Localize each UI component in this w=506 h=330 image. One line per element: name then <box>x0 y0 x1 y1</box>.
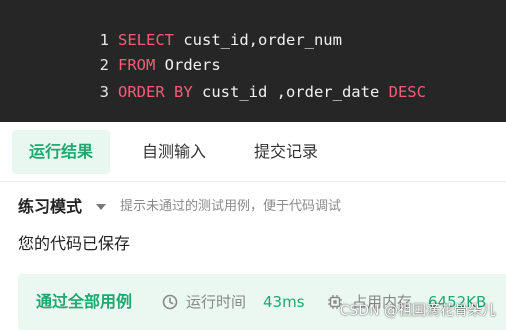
save-status: 您的代码已保存 <box>18 234 131 253</box>
code-editor[interactable]: 1 SELECT cust_id,order_num 2 FROM Orders 3… <box>0 0 506 122</box>
runtime-label: 运行时间 <box>186 293 247 311</box>
tab-custom-input[interactable]: 自测输入 <box>126 130 222 174</box>
tab-submit-history[interactable]: 提交记录 <box>238 130 334 174</box>
code-line-2: 2 FROM Orders <box>0 29 221 74</box>
result-tabs: 运行结果 自测输入 提交记录 <box>0 122 506 182</box>
keyword-token: ORDER BY <box>118 83 193 101</box>
runtime-value: 43ms <box>263 293 305 311</box>
result-title: 通过全部用例 <box>36 292 133 311</box>
mode-title[interactable]: 练习模式 <box>18 194 82 220</box>
chevron-down-icon[interactable] <box>96 204 106 210</box>
keyword-token: DESC <box>388 83 426 101</box>
clock-icon <box>162 294 178 310</box>
tab-run-result[interactable]: 运行结果 <box>12 130 110 174</box>
watermark: CSDN @祖国滴花骨朵儿 <box>339 303 496 319</box>
code-line-3: 3 ORDER BY cust_id ,order_date DESC <box>0 56 426 101</box>
page: 1 SELECT cust_id,order_num 2 FROM Orders 3… <box>0 0 506 330</box>
mode-hint: 提示未通过的测试用例，便于代码调试 <box>120 199 342 214</box>
identifier-token: cust_id ,order_date <box>192 83 389 101</box>
line-number: 3 <box>99 83 109 101</box>
code-line-1: 1 SELECT cust_id,order_num <box>0 4 342 49</box>
